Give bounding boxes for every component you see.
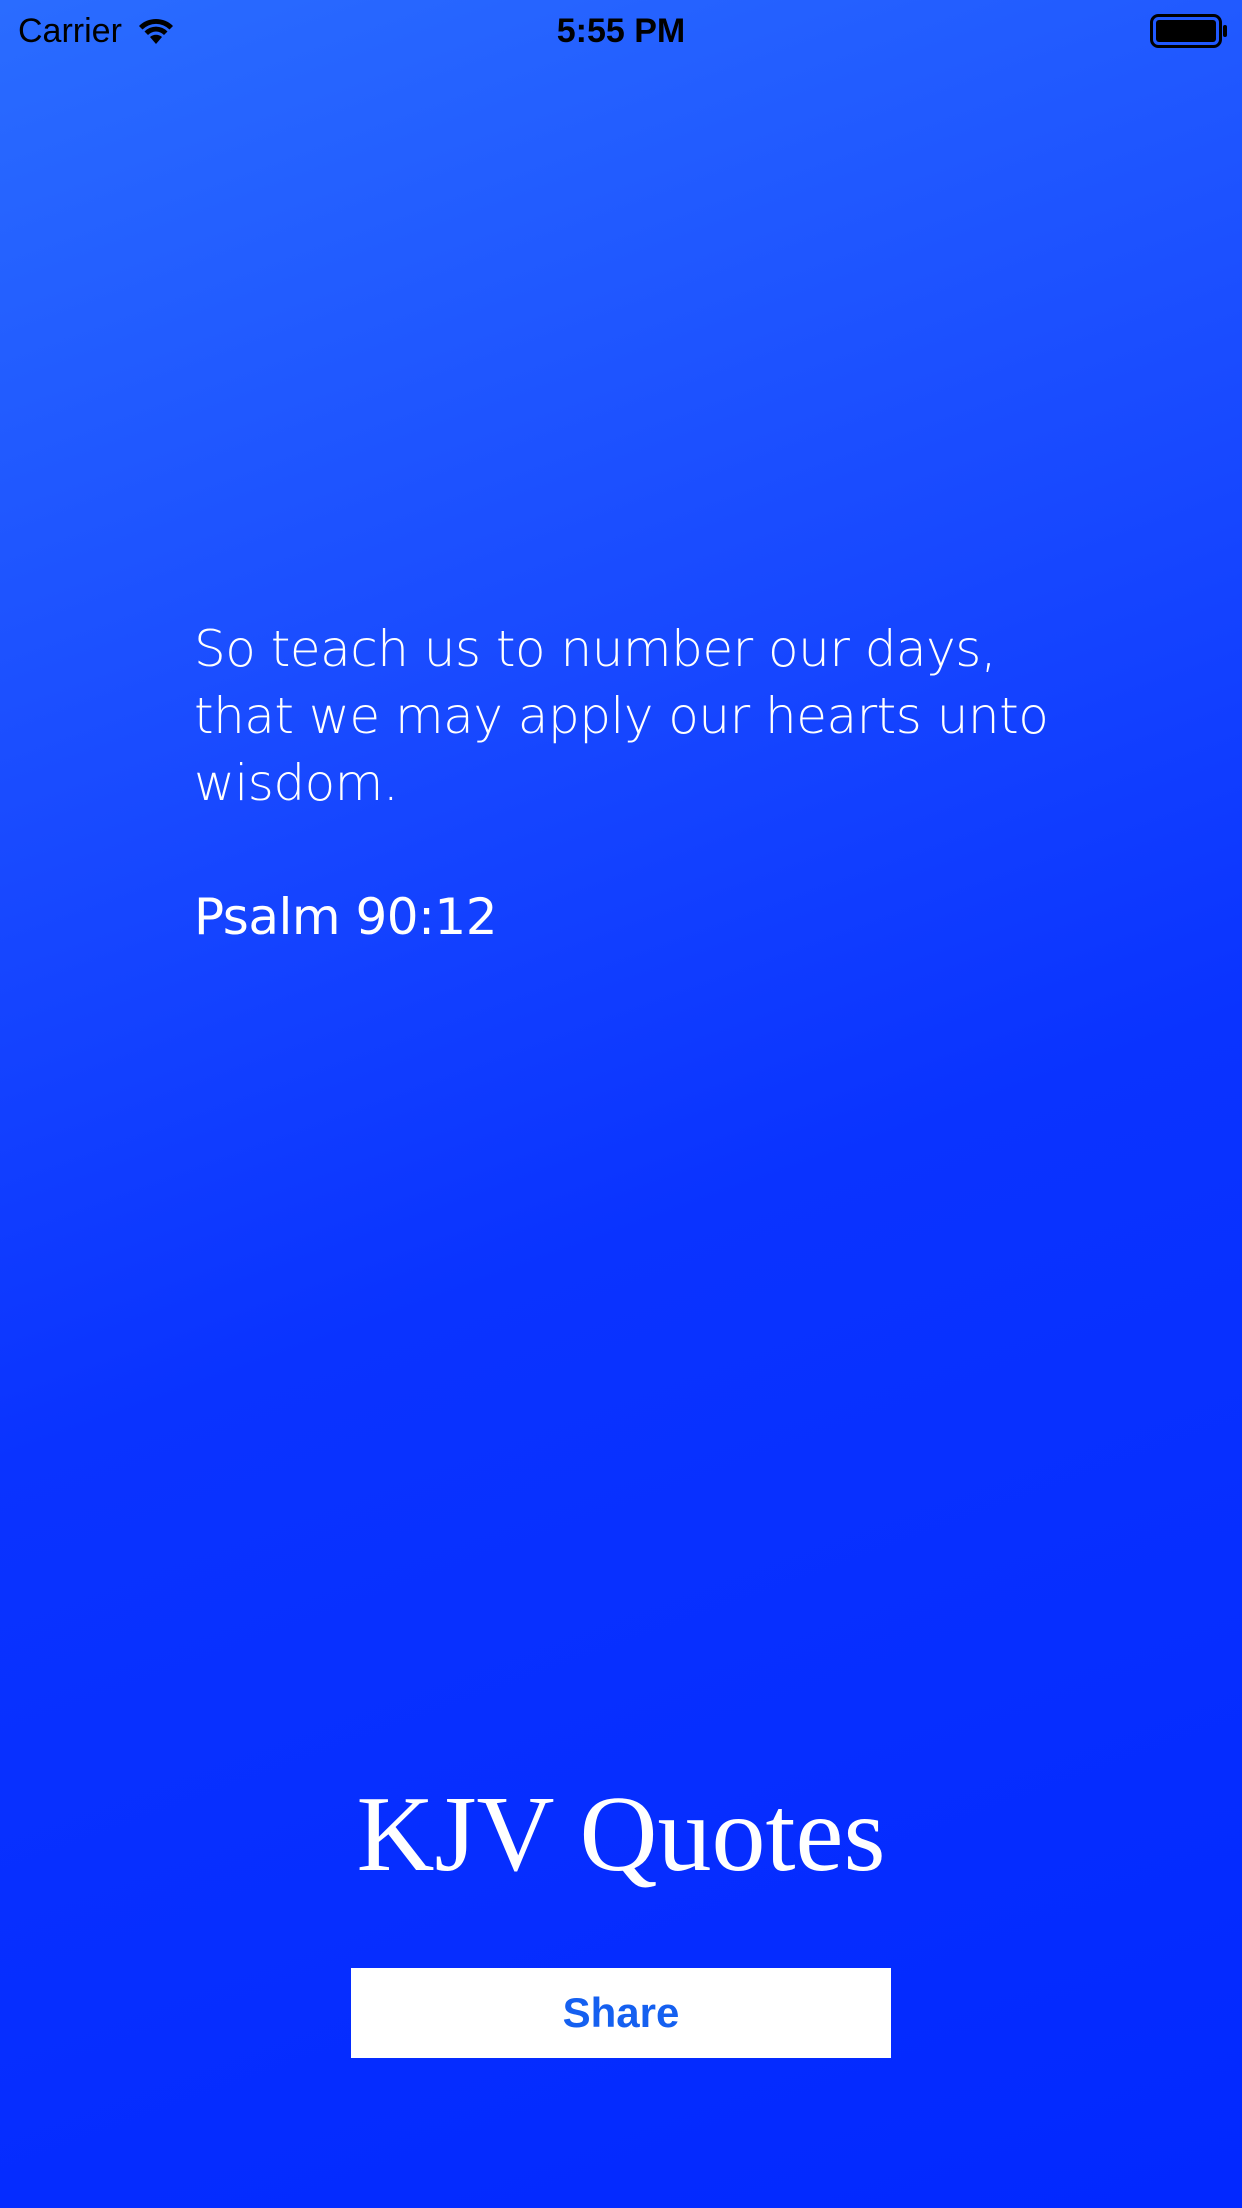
app-title: KJV Quotes — [356, 1775, 886, 1894]
share-button-label: Share — [562, 1989, 680, 2036]
quote-block: So teach us to number our days, that we … — [194, 616, 1074, 951]
status-bar: Carrier 5:55 PM — [0, 0, 1242, 62]
share-button[interactable]: Share — [351, 1968, 891, 2058]
quote-text: So teach us to number our days, that we … — [194, 620, 1049, 812]
quote-reference: Psalm 90:12 — [194, 888, 498, 946]
battery-icon — [1150, 14, 1228, 48]
status-time: 5:55 PM — [556, 12, 686, 50]
